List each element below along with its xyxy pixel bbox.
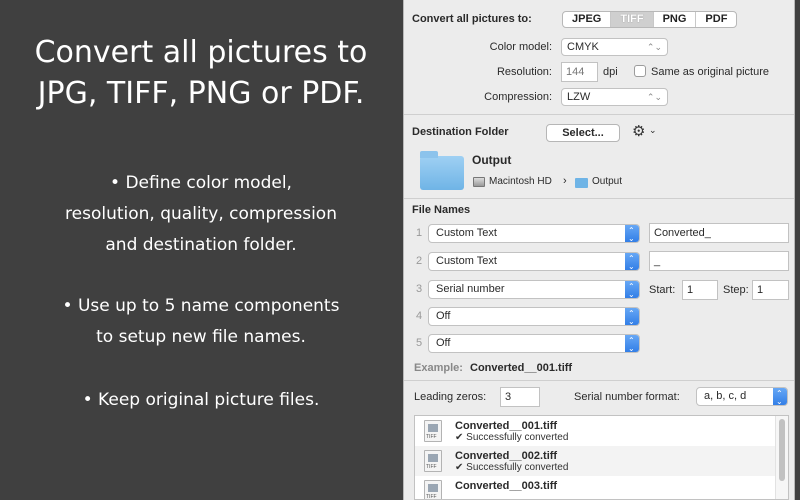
color-model-label: Color model: (489, 41, 552, 53)
component-4-type: Off (436, 310, 451, 322)
gear-icon[interactable]: ⚙ (632, 124, 645, 140)
bullet1-line-2: resolution, quality, compression (65, 204, 337, 224)
results-list[interactable]: Converted__001.tiff ✔ Successfully conve… (414, 415, 789, 500)
stepper-arrows-icon (625, 308, 639, 325)
promo-panel: Convert all pictures to JPG, TIFF, PNG o… (0, 0, 402, 500)
tiff-file-icon (424, 420, 442, 442)
resolution-field[interactable]: 144 (561, 62, 598, 82)
resolution-unit: dpi (603, 66, 618, 78)
result-status: ✔ Successfully converted (455, 432, 569, 443)
component-2-text-field[interactable]: _ (649, 251, 789, 271)
component-1-type: Custom Text (436, 227, 497, 239)
chevron-updown-icon: ⌃⌄ (646, 92, 662, 102)
result-file-name: Converted__003.tiff (455, 480, 558, 492)
tiff-file-icon (424, 450, 442, 472)
row-number: 4 (415, 310, 423, 322)
scrollbar-thumb[interactable] (779, 419, 785, 481)
component-2-type: Custom Text (436, 255, 497, 267)
component-3-type: Serial number (436, 283, 505, 295)
format-tiff[interactable]: TIFF (611, 12, 654, 27)
format-segmented-control: JPEG TIFF PNG PDF (562, 11, 738, 28)
stepper-arrows-icon (625, 225, 639, 242)
same-as-original-label: Same as original picture (651, 66, 770, 78)
result-file-name: Converted__001.tiff (455, 420, 558, 432)
scrollbar[interactable] (775, 416, 788, 499)
list-item[interactable]: Converted__003.tiff (415, 476, 776, 499)
path-separator: › (563, 175, 567, 187)
name-component-1-popup[interactable]: Custom Text (428, 224, 640, 243)
stepper-arrows-icon (625, 335, 639, 352)
bullet2-line-2: to setup new file names. (96, 327, 306, 347)
file-names-title: File Names (412, 204, 471, 216)
destination-title: Destination Folder (412, 126, 509, 138)
path-folder: Output (592, 176, 623, 187)
start-label: Start: (649, 284, 676, 296)
headline-line-1: Convert all pictures to (34, 35, 368, 70)
folder-icon (420, 151, 464, 190)
example-value: Converted__001.tiff (470, 362, 573, 374)
hard-disk-icon (473, 177, 485, 187)
color-model-value: CMYK (567, 41, 599, 53)
compression-value: LZW (567, 91, 591, 103)
feature-bullet-3: • Keep original picture files. (0, 385, 402, 416)
leading-zeros-field[interactable]: 3 (500, 387, 540, 407)
name-component-4-popup[interactable]: Off (428, 307, 640, 326)
stepper-arrows-icon (625, 253, 639, 270)
row-number: 2 (415, 255, 423, 267)
compression-popup[interactable]: LZW ⌃⌄ (561, 88, 668, 106)
bullet2-line-1: • Use up to 5 name components (62, 296, 340, 316)
list-item[interactable]: Converted__002.tiff ✔ Successfully conve… (415, 446, 776, 476)
feature-bullet-1: • Define color model, resolution, qualit… (0, 168, 402, 261)
tiff-file-icon (424, 480, 442, 499)
bullet1-line-1: • Define color model, (110, 173, 292, 193)
bullet1-line-3: and destination folder. (105, 235, 297, 255)
serial-format-label: Serial number format: (574, 391, 680, 403)
step-label: Step: (723, 284, 749, 296)
section-divider (404, 114, 794, 115)
feature-bullet-2: • Use up to 5 name components to setup n… (0, 291, 402, 353)
convert-label: Convert all pictures to: (412, 13, 532, 25)
name-component-2-popup[interactable]: Custom Text (428, 252, 640, 271)
serial-format-popup[interactable]: a, b, c, d (696, 387, 788, 406)
serial-format-value: a, b, c, d (704, 390, 747, 402)
same-as-original-checkbox[interactable] (634, 65, 646, 77)
name-component-3-popup[interactable]: Serial number (428, 280, 640, 299)
start-field[interactable]: 1 (682, 280, 718, 300)
compression-label: Compression: (484, 91, 552, 103)
name-component-5-popup[interactable]: Off (428, 334, 640, 353)
format-jpeg[interactable]: JPEG (563, 12, 612, 27)
stepper-arrows-icon (625, 281, 639, 298)
row-number: 5 (415, 337, 423, 349)
headline-line-2: JPG, TIFF, PNG or PDF. (37, 76, 365, 111)
row-number: 1 (415, 227, 423, 239)
bullet3-line: • Keep original picture files. (82, 390, 320, 410)
step-field[interactable]: 1 (752, 280, 789, 300)
section-divider (404, 380, 794, 381)
color-model-popup[interactable]: CMYK ⌃⌄ (561, 38, 668, 56)
chevron-down-icon[interactable]: ⌄ (649, 125, 657, 136)
converter-window: Convert all pictures to: JPEG TIFF PNG P… (403, 0, 795, 500)
format-png[interactable]: PNG (654, 12, 697, 27)
result-file-name: Converted__002.tiff (455, 450, 558, 462)
stepper-arrows-icon (773, 388, 787, 405)
path-disk: Macintosh HD (489, 176, 552, 187)
promo-headline: Convert all pictures to JPG, TIFF, PNG o… (0, 32, 402, 114)
leading-zeros-label: Leading zeros: (414, 391, 487, 403)
resolution-label: Resolution: (496, 66, 552, 78)
chevron-updown-icon: ⌃⌄ (646, 42, 662, 52)
result-status: ✔ Successfully converted (455, 462, 569, 473)
destination-folder-name: Output (472, 153, 512, 167)
section-divider (404, 198, 794, 199)
component-1-text-field[interactable]: Converted_ (649, 223, 789, 243)
list-item[interactable]: Converted__001.tiff ✔ Successfully conve… (415, 416, 776, 446)
example-label: Example: (414, 362, 463, 374)
row-number: 3 (415, 283, 423, 295)
component-5-type: Off (436, 337, 451, 349)
format-pdf[interactable]: PDF (696, 12, 736, 27)
small-folder-icon (575, 178, 588, 188)
select-folder-button[interactable]: Select... (546, 124, 620, 142)
